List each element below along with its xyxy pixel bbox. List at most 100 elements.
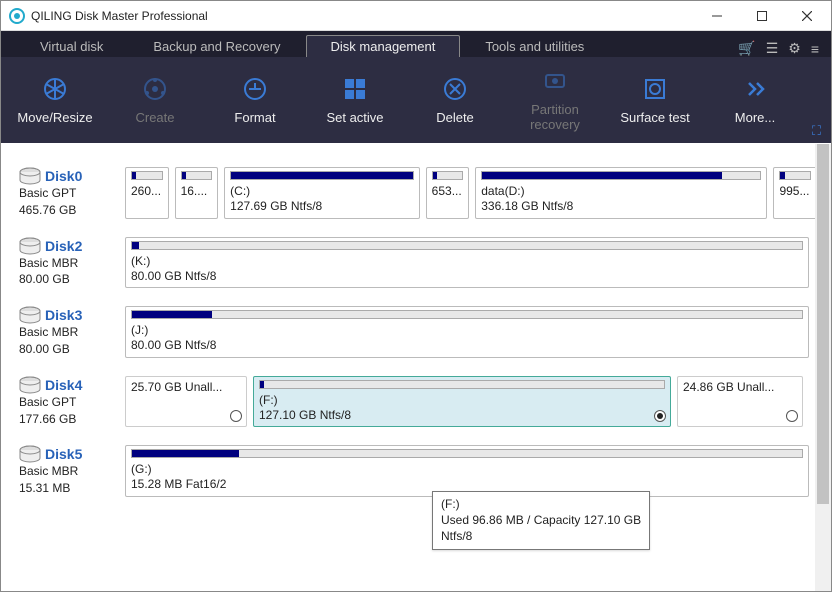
partition-size: 127.69 GB Ntfs/8: [230, 199, 414, 213]
disk-name: Disk2: [45, 238, 82, 254]
partition-label: (C:): [230, 184, 414, 199]
disk-name: Disk3: [45, 307, 82, 323]
tool-set-active[interactable]: Set active: [305, 75, 405, 126]
partition-strip: (K:)80.00 GB Ntfs/8: [125, 237, 817, 289]
disk-type: Basic MBR: [19, 463, 117, 480]
partition[interactable]: (J:)80.00 GB Ntfs/8: [125, 306, 809, 358]
partition[interactable]: 260...: [125, 167, 169, 219]
gear-icon[interactable]: ⚙: [788, 40, 801, 57]
disk-info: Disk3Basic MBR80.00 GB: [19, 306, 117, 358]
titlebar: QILING Disk Master Professional: [1, 1, 831, 31]
partition[interactable]: data(D:)336.18 GB Ntfs/8: [475, 167, 767, 219]
tool-move-resize[interactable]: Move/Resize: [5, 75, 105, 126]
partition-strip: 260... 16.... (C:)127.69 GB Ntfs/8 653... da…: [125, 167, 817, 219]
disk-info: Disk2Basic MBR80.00 GB: [19, 237, 117, 289]
partition-radio[interactable]: [230, 410, 242, 422]
disk-row: Disk5Basic MBR15.31 MB (G:)15.28 MB Fat16…: [19, 445, 817, 497]
tool-label: Format: [234, 111, 275, 126]
partition-size: 336.18 GB Ntfs/8: [481, 199, 761, 213]
tool-icon: [141, 75, 169, 103]
list-icon[interactable]: ☰: [766, 40, 779, 57]
partition-label: (F:): [259, 393, 665, 408]
tool-format[interactable]: Format: [205, 75, 305, 126]
partition[interactable]: 16....: [175, 167, 219, 219]
partition[interactable]: (G:)15.28 MB Fat16/2: [125, 445, 809, 497]
tool-label: Delete: [436, 111, 474, 126]
disk-row: Disk2Basic MBR80.00 GB(K:)80.00 GB Ntfs/…: [19, 237, 817, 289]
disk-icon: [19, 237, 41, 255]
partition-size: 653...: [432, 184, 464, 198]
disk-size: 80.00 GB: [19, 341, 117, 358]
partition-size: 25.70 GB Unall...: [131, 380, 241, 394]
tool-icon: [41, 75, 69, 103]
partition[interactable]: 653...: [426, 167, 470, 219]
disk-type: Basic MBR: [19, 255, 117, 272]
partition-label: (G:): [131, 462, 803, 477]
partition[interactable]: (F:)127.10 GB Ntfs/8: [253, 376, 671, 428]
disk-name: Disk5: [45, 446, 82, 462]
partition[interactable]: 995...: [773, 167, 817, 219]
tool-icon: [541, 67, 569, 95]
disk-row: Disk4Basic GPT177.66 GB25.70 GB Unall...…: [19, 376, 817, 428]
partition-size: 15.28 MB Fat16/2: [131, 477, 803, 491]
tool-surface-test[interactable]: Surface test: [605, 75, 705, 126]
partition-size: 80.00 GB Ntfs/8: [131, 338, 803, 352]
usage-bar: [481, 171, 761, 180]
disk-icon: [19, 306, 41, 324]
usage-bar: [432, 171, 464, 180]
tab-backup-and-recovery[interactable]: Backup and Recovery: [128, 35, 305, 57]
tool-delete[interactable]: Delete: [405, 75, 505, 126]
disk-size: 15.31 MB: [19, 480, 117, 497]
tool-icon: [341, 75, 369, 103]
scrollbar[interactable]: [815, 144, 831, 591]
partition-unallocated[interactable]: 24.86 GB Unall...: [677, 376, 803, 428]
partition-label: (K:): [131, 254, 803, 269]
toolbar: Move/Resize Create Format Set active Delete P…: [1, 57, 831, 143]
disk-size: 177.66 GB: [19, 411, 117, 428]
partition-unallocated[interactable]: 25.70 GB Unall...: [125, 376, 247, 428]
usage-bar: [230, 171, 414, 180]
cart-icon[interactable]: 🛒: [738, 40, 755, 57]
tool-icon: [241, 75, 269, 103]
partition-size: 127.10 GB Ntfs/8: [259, 408, 665, 422]
tool-icon: [441, 75, 469, 103]
partition-size: 24.86 GB Unall...: [683, 380, 797, 394]
tool-more-[interactable]: More...: [705, 75, 805, 126]
maximize-button[interactable]: [739, 1, 784, 30]
partition-size: 16....: [181, 184, 213, 198]
tool-partition-recovery: Partition recovery: [505, 67, 605, 133]
partition-strip: (J:)80.00 GB Ntfs/8: [125, 306, 817, 358]
partition-radio[interactable]: [786, 410, 798, 422]
disk-name: Disk0: [45, 168, 82, 184]
tool-icon: [641, 75, 669, 103]
tool-create: Create: [105, 75, 205, 126]
close-button[interactable]: [784, 1, 829, 30]
disk-icon: [19, 167, 41, 185]
main-tabs: Virtual diskBackup and RecoveryDisk mana…: [1, 31, 831, 57]
tab-tools-and-utilities[interactable]: Tools and utilities: [460, 35, 609, 57]
tool-label: Create: [135, 111, 174, 126]
expand-icon[interactable]: ⛶: [806, 119, 827, 143]
usage-bar: [779, 171, 811, 180]
partition[interactable]: (C:)127.69 GB Ntfs/8: [224, 167, 420, 219]
minimize-button[interactable]: [694, 1, 739, 30]
disk-row: Disk0Basic GPT465.76 GB260... 16.... (C:)1…: [19, 167, 817, 219]
disk-info: Disk0Basic GPT465.76 GB: [19, 167, 117, 219]
menu-icon[interactable]: ≡: [811, 41, 819, 57]
usage-bar: [259, 380, 665, 389]
disk-icon: [19, 445, 41, 463]
tab-disk-management[interactable]: Disk management: [306, 35, 461, 57]
partition-label: (J:): [131, 323, 803, 338]
tool-label: Move/Resize: [17, 111, 92, 126]
usage-bar: [131, 449, 803, 458]
tool-label: Set active: [326, 111, 383, 126]
tab-virtual-disk[interactable]: Virtual disk: [15, 35, 128, 57]
disk-row: Disk3Basic MBR80.00 GB(J:)80.00 GB Ntfs/…: [19, 306, 817, 358]
partition[interactable]: (K:)80.00 GB Ntfs/8: [125, 237, 809, 289]
disk-name: Disk4: [45, 377, 82, 393]
disk-type: Basic MBR: [19, 324, 117, 341]
tool-label: Surface test: [620, 111, 689, 126]
tooltip-line: Used 96.86 MB / Capacity 127.10 GB: [441, 512, 641, 528]
partition-size: 80.00 GB Ntfs/8: [131, 269, 803, 283]
usage-bar: [181, 171, 213, 180]
